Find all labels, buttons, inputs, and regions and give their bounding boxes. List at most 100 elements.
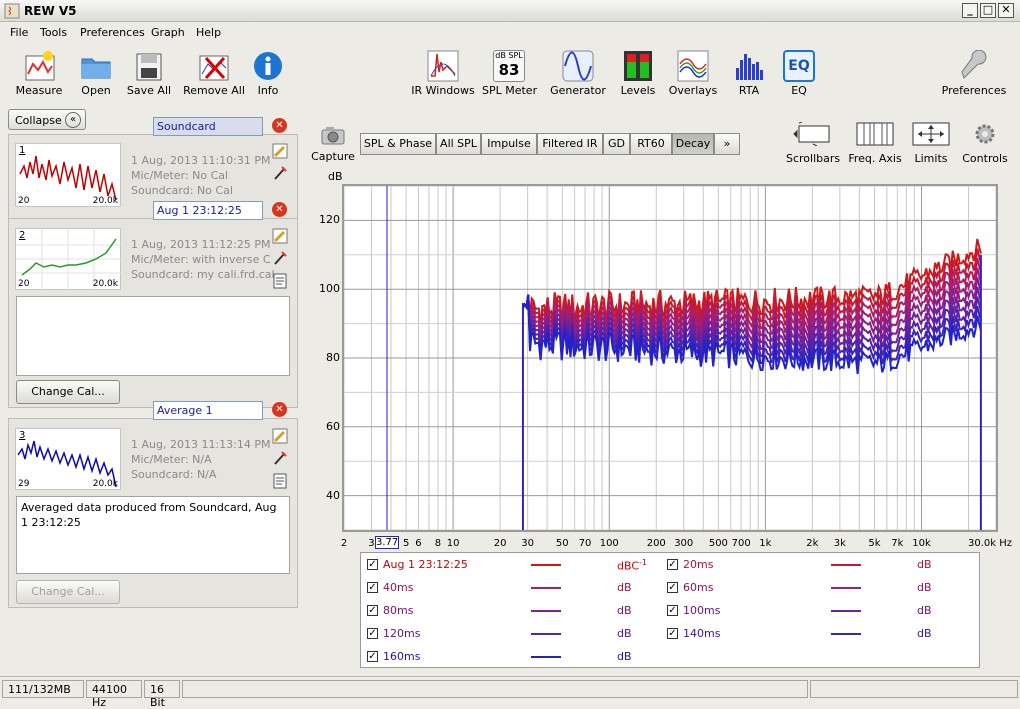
edit-pencil-icon[interactable] xyxy=(272,228,288,244)
menu-bar: File Tools Preferences Graph Help xyxy=(0,23,1020,43)
open-button[interactable]: Open xyxy=(70,48,122,100)
legend-item: ✓ 40ms dB xyxy=(361,576,661,598)
x-tick-label: 5k xyxy=(868,538,881,549)
x-tick-label: 200 xyxy=(646,538,666,549)
measurement-name-input-3[interactable]: Average 1 xyxy=(153,401,263,420)
controls-button[interactable]: Controls xyxy=(960,122,1010,166)
legend-checkbox[interactable]: ✓ xyxy=(667,582,678,593)
measure-icon xyxy=(25,51,55,81)
legend-checkbox[interactable]: ✓ xyxy=(667,559,678,570)
rta-button[interactable]: RTA xyxy=(730,48,768,100)
tab-impulse[interactable]: Impulse xyxy=(481,133,537,155)
legend-name: 100ms xyxy=(683,604,721,617)
sample-rate-status: 44100 Hz xyxy=(86,680,142,709)
y-tick-label: 120 xyxy=(319,213,340,227)
minimize-button[interactable]: _ xyxy=(962,3,978,18)
measurement-date-1: 1 Aug, 2013 11:10:31 PM xyxy=(131,154,271,167)
edit-pencil-icon[interactable] xyxy=(272,428,288,444)
tab-gd[interactable]: GD xyxy=(603,133,630,155)
tab-spl-phase[interactable]: SPL & Phase xyxy=(360,133,436,155)
legend-line xyxy=(531,564,561,566)
info-button[interactable]: Info xyxy=(250,48,286,100)
preferences-button[interactable]: Preferences xyxy=(940,48,1008,100)
levels-button[interactable]: Levels xyxy=(616,48,660,100)
color-wand-icon[interactable] xyxy=(272,450,288,466)
x-tick-label: 30 xyxy=(521,538,534,549)
legend-item: ✓ 120ms dB xyxy=(361,622,661,644)
x-tick-label: 70 xyxy=(578,538,592,549)
capture-button[interactable]: Capture xyxy=(310,124,356,166)
y-tick-label: 100 xyxy=(319,282,340,296)
measurement-name-input-2[interactable]: Aug 1 23:12:25 xyxy=(153,201,263,220)
tab-rt60[interactable]: RT60 xyxy=(630,133,672,155)
tab-all-spl[interactable]: All SPL xyxy=(436,133,481,155)
java-app-icon xyxy=(4,3,20,19)
save-all-button[interactable]: Save All xyxy=(122,48,176,100)
legend-checkbox[interactable]: ✓ xyxy=(367,605,378,616)
legend-line xyxy=(831,564,861,566)
legend-line xyxy=(531,610,561,612)
legend-checkbox[interactable]: ✓ xyxy=(367,628,378,639)
notes-icon[interactable] xyxy=(272,473,288,489)
color-wand-icon[interactable] xyxy=(272,250,288,266)
menu-help[interactable]: Help xyxy=(196,26,221,39)
measurement-thumbnail-2[interactable]: 2 20 20.0k xyxy=(15,228,122,291)
limits-button[interactable]: Limits xyxy=(908,122,954,166)
menu-preferences[interactable]: Preferences xyxy=(80,26,145,39)
legend-unit: dB xyxy=(917,558,932,571)
tab-more[interactable]: » xyxy=(714,133,740,155)
x-tick-label: 500 xyxy=(708,538,728,549)
legend-line xyxy=(531,633,561,635)
tab-filtered-ir[interactable]: Filtered IR xyxy=(537,133,603,155)
remove-measurement-2-icon[interactable]: ✕ xyxy=(272,202,287,217)
remove-measurement-3-icon[interactable]: ✕ xyxy=(272,402,287,417)
freq-axis-button[interactable]: Freq. Axis xyxy=(846,122,904,166)
color-wand-icon[interactable] xyxy=(272,165,288,181)
legend-line xyxy=(531,656,561,658)
remove-measurement-1-icon[interactable]: ✕ xyxy=(272,118,287,133)
cursor-frequency-readout: 3.77 xyxy=(375,536,399,549)
measurement-thumbnail-1[interactable]: 1 20 20.0k xyxy=(15,143,121,207)
freq-axis-icon xyxy=(856,122,894,146)
overlays-button[interactable]: Overlays xyxy=(666,48,720,100)
menu-graph[interactable]: Graph xyxy=(151,26,185,39)
maximize-button[interactable]: □ xyxy=(980,3,996,18)
legend-line xyxy=(831,633,861,635)
menu-file[interactable]: File xyxy=(10,26,28,39)
decay-graph[interactable] xyxy=(342,184,998,532)
legend-checkbox[interactable]: ✓ xyxy=(367,559,378,570)
notes-icon[interactable] xyxy=(272,273,288,289)
measurement-name-input-1[interactable]: Soundcard xyxy=(153,117,263,136)
measurement-thumbnail-3[interactable]: 3 29 20.0k xyxy=(15,428,121,490)
decay-plot[interactable] xyxy=(344,186,996,530)
legend-item: ✓ 60ms dB xyxy=(661,576,961,598)
ir-windows-button[interactable]: IR Windows xyxy=(410,48,476,100)
x-tick-label: 7k xyxy=(891,538,904,549)
change-cal-button-3[interactable]: Change Cal... xyxy=(16,580,120,604)
wrench-icon xyxy=(961,50,987,79)
measure-button[interactable]: Measure xyxy=(10,48,68,100)
edit-pencil-icon[interactable] xyxy=(272,143,288,159)
tab-decay[interactable]: Decay xyxy=(672,133,714,155)
generator-button[interactable]: Generator xyxy=(548,48,608,100)
legend-checkbox[interactable]: ✓ xyxy=(667,628,678,639)
close-window-button[interactable]: ✕ xyxy=(998,3,1014,18)
legend-line xyxy=(831,610,861,612)
legend-checkbox[interactable]: ✓ xyxy=(667,605,678,616)
legend-checkbox[interactable]: ✓ xyxy=(367,651,378,662)
measurement-notes-2[interactable] xyxy=(16,296,290,376)
scrollbars-button[interactable]: Scrollbars xyxy=(786,122,840,166)
change-cal-button-2[interactable]: Change Cal... xyxy=(16,380,120,404)
menu-tools[interactable]: Tools xyxy=(40,26,67,39)
measurement-notes-3[interactable]: Averaged data produced from Soundcard, A… xyxy=(16,496,290,574)
legend-checkbox[interactable]: ✓ xyxy=(367,582,378,593)
x-tick-label: 2 xyxy=(340,538,348,549)
collapse-button[interactable]: Collapse « xyxy=(8,109,86,130)
eq-button[interactable]: EQ EQ xyxy=(778,48,820,100)
scrollbars-icon xyxy=(793,122,830,146)
spl-meter-icon: dB SPL 83 xyxy=(493,50,525,82)
spl-meter-button[interactable]: dB SPL 83 SPL Meter xyxy=(482,48,537,100)
legend-unit: dBC-1 xyxy=(617,558,648,573)
remove-all-button[interactable]: Remove All xyxy=(182,48,246,100)
x-tick-label: 3k xyxy=(833,538,846,549)
